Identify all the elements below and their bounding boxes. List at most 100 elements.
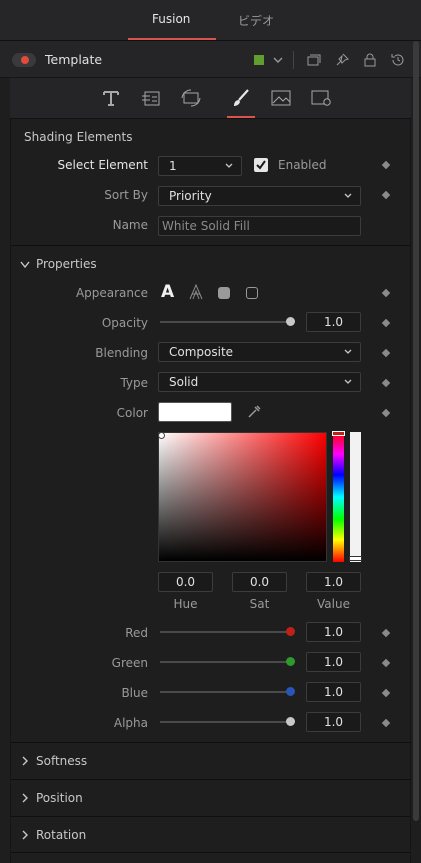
red-slider[interactable] [160, 631, 290, 633]
node-color-swatch[interactable] [254, 55, 264, 65]
sat-label: Sat [249, 597, 270, 611]
sort-by-value: Priority [169, 189, 212, 203]
section-softness[interactable]: Softness [11, 742, 410, 779]
appearance-text-fill-icon[interactable]: A [161, 282, 174, 302]
pin-icon[interactable] [334, 52, 350, 68]
opacity-slider-knob[interactable] [286, 317, 295, 326]
color-picker-cursor[interactable] [158, 432, 165, 439]
alpha-strip-handle[interactable] [349, 556, 362, 561]
sort-by-label: Sort By [104, 188, 148, 202]
green-label: Green [111, 656, 148, 670]
appearance-outline-icon[interactable] [188, 284, 204, 300]
tab-video[interactable]: ビデオ [238, 12, 274, 29]
red-label: Red [125, 626, 148, 640]
chevron-right-icon [22, 793, 28, 803]
tool-tab-row [10, 78, 411, 119]
green-value-field[interactable]: 1.0 [306, 652, 361, 672]
select-element-value: 1 [169, 159, 177, 173]
versions-icon[interactable] [306, 52, 322, 68]
alpha-value-field[interactable]: 1.0 [306, 712, 361, 732]
chevron-right-icon [22, 830, 28, 840]
lock-icon[interactable] [362, 52, 378, 68]
section-softness-label: Softness [36, 754, 88, 768]
value-label: Value [317, 597, 350, 611]
sort-by-dropdown[interactable]: Priority [158, 186, 361, 206]
chevron-right-icon [22, 756, 28, 766]
blue-slider[interactable] [160, 691, 290, 693]
hue-strip-handle[interactable] [332, 431, 345, 436]
shading-elements-title: Shading Elements [24, 130, 133, 144]
text-icon[interactable] [100, 88, 122, 108]
node-name: Template [45, 52, 103, 67]
chevron-down-icon [344, 349, 352, 354]
section-rotation-label: Rotation [36, 828, 87, 842]
section-divider [11, 852, 410, 853]
alpha-slider-knob[interactable] [286, 717, 295, 726]
name-label: Name [112, 218, 148, 232]
check-icon [256, 160, 266, 170]
select-element-dropdown[interactable]: 1 [158, 156, 242, 176]
green-slider-knob[interactable] [286, 657, 295, 666]
shading-brush-icon[interactable] [230, 88, 252, 108]
type-value: Solid [169, 375, 199, 389]
value-value-field[interactable]: 1.0 [306, 572, 361, 592]
appearance-label: Appearance [75, 286, 148, 300]
eyedropper-icon[interactable] [246, 404, 262, 420]
red-value-field[interactable]: 1.0 [306, 622, 361, 642]
blue-slider-knob[interactable] [286, 687, 295, 696]
blending-label: Blending [95, 346, 148, 360]
hue-label: Hue [173, 597, 198, 611]
color-label: Color [116, 406, 148, 420]
name-input[interactable]: White Solid Fill [158, 216, 361, 236]
alpha-label: Alpha [113, 716, 148, 730]
chevron-down-icon [344, 193, 352, 198]
chevron-down-icon [344, 379, 352, 384]
red-slider-knob[interactable] [286, 627, 295, 636]
tab-fusion[interactable]: Fusion [152, 12, 190, 26]
node-header: Template [0, 41, 421, 78]
opacity-slider[interactable] [160, 321, 290, 323]
type-label: Type [120, 376, 148, 390]
top-tab-bar: Fusion ビデオ [0, 0, 421, 41]
sat-value-field[interactable]: 0.0 [232, 572, 287, 592]
reset-icon[interactable] [390, 52, 406, 68]
name-input-value: White Solid Fill [162, 219, 250, 233]
node-enable-toggle[interactable] [12, 53, 36, 67]
section-rotation[interactable]: Rotation [11, 816, 410, 853]
chevron-down-icon[interactable] [20, 261, 30, 269]
chevron-down-icon [225, 163, 233, 168]
section-divider [11, 245, 410, 246]
settings-icon[interactable] [310, 88, 332, 108]
blue-label: Blue [121, 686, 148, 700]
appearance-border-icon[interactable] [246, 287, 258, 299]
blending-dropdown[interactable]: Composite [158, 342, 361, 362]
blue-value-field[interactable]: 1.0 [306, 682, 361, 702]
opacity-value-field[interactable]: 1.0 [306, 312, 361, 332]
type-dropdown[interactable]: Solid [158, 372, 361, 392]
transform-icon[interactable] [180, 88, 202, 108]
appearance-block-icon[interactable] [218, 287, 230, 299]
green-slider[interactable] [160, 661, 290, 663]
scrollbar[interactable] [413, 41, 419, 821]
section-position-label: Position [36, 791, 83, 805]
hue-strip[interactable] [333, 432, 344, 562]
hue-value-field[interactable]: 0.0 [158, 572, 213, 592]
chevron-down-icon[interactable] [270, 52, 286, 68]
color-swatch[interactable] [158, 402, 232, 422]
enabled-checkbox[interactable] [254, 158, 268, 172]
enabled-label: Enabled [278, 158, 327, 172]
image-icon[interactable] [270, 88, 292, 108]
layout-icon[interactable] [140, 88, 162, 108]
active-tool-indicator [227, 116, 255, 118]
alpha-strip[interactable] [350, 432, 361, 562]
alpha-slider[interactable] [160, 721, 290, 723]
properties-title[interactable]: Properties [36, 257, 97, 271]
opacity-label: Opacity [101, 316, 148, 330]
header-divider [293, 51, 294, 69]
select-element-label: Select Element [57, 158, 148, 172]
blending-value: Composite [169, 345, 234, 359]
active-tab-indicator [128, 38, 216, 40]
toggle-dot [21, 56, 29, 64]
section-position[interactable]: Position [11, 779, 410, 816]
color-saturation-value-field[interactable] [158, 432, 327, 562]
